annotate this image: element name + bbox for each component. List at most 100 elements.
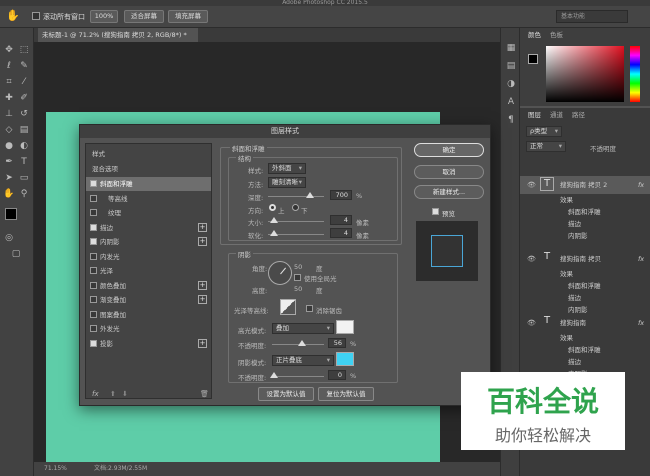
workspace-select[interactable]: 基本功能 [556, 10, 628, 23]
scroll-all-checkbox[interactable] [32, 12, 40, 20]
sh-opacity-knob[interactable] [270, 372, 278, 378]
tab-layers[interactable]: 图层 [524, 108, 545, 122]
tab-channels[interactable]: 通道 [546, 108, 567, 122]
style-checkbox[interactable] [90, 339, 97, 347]
size-input[interactable]: 4 [330, 215, 352, 225]
style-checkbox[interactable] [90, 194, 97, 202]
layer-row[interactable]: 👁 T 搜狗指南 fx [520, 314, 650, 332]
effect-row[interactable]: 描边 [520, 356, 650, 368]
hl-opacity-knob[interactable] [298, 340, 306, 346]
fit-screen-button[interactable]: 适合屏幕 [124, 10, 164, 23]
tab-color[interactable]: 颜色 [524, 28, 545, 42]
zoom-100-button[interactable]: 100% [90, 10, 118, 23]
depth-input[interactable]: 700 [330, 190, 352, 200]
style-checkbox[interactable] [90, 180, 97, 187]
set-default-button[interactable]: 设置为默认值 [258, 387, 314, 401]
zoom-level[interactable]: 71.15% [44, 462, 67, 476]
blend-options-item[interactable]: 混合选项 [86, 162, 211, 176]
gloss-contour-preview[interactable] [280, 299, 296, 315]
brush-tool-icon[interactable]: ✐ [18, 92, 30, 104]
ok-button[interactable]: 确定 [414, 143, 484, 157]
shadow-opacity-input[interactable]: 0 [328, 370, 346, 380]
style-checkbox[interactable] [90, 281, 97, 289]
hand-icon[interactable]: ✋ [3, 188, 15, 200]
style-item[interactable]: 图案叠加 [86, 308, 211, 322]
foreground-color-swatch[interactable] [5, 208, 17, 220]
add-style-icon[interactable]: + [198, 280, 207, 290]
gradient-tool-icon[interactable]: ▤ [18, 124, 30, 136]
quick-select-tool-icon[interactable]: ✎ [18, 60, 30, 72]
effect-row[interactable]: 斜面和浮雕 [520, 206, 650, 218]
effect-row[interactable]: 效果 [520, 332, 650, 344]
global-light-checkbox[interactable] [294, 274, 301, 281]
soften-slider[interactable] [268, 230, 324, 236]
depth-slider[interactable] [268, 192, 324, 198]
eye-icon[interactable]: 👁 [527, 179, 536, 191]
new-style-button[interactable]: 新建样式... [414, 185, 484, 199]
style-item[interactable]: 斜面和浮雕 [86, 177, 211, 191]
size-slider-knob[interactable] [270, 217, 278, 223]
hand-tool-icon[interactable]: ✋ [6, 9, 20, 22]
bevel-style-select[interactable]: 外斜面 [268, 163, 306, 174]
style-item[interactable]: 光泽 [86, 264, 211, 278]
stamp-tool-icon[interactable]: ⊥ [3, 108, 15, 120]
highlight-mode-select[interactable]: 叠加 [272, 323, 334, 334]
color-fg-swatch[interactable] [528, 54, 538, 64]
document-tab[interactable]: 未标题-1 @ 71.2% (搜狗指南 拷贝 2, RGB/8*) * [38, 28, 198, 42]
effect-row[interactable]: 斜面和浮雕 [520, 344, 650, 356]
heal-tool-icon[interactable]: ✚ [3, 92, 15, 104]
effect-row[interactable]: 效果 [520, 194, 650, 206]
style-item[interactable]: 描边 + [86, 221, 211, 235]
history-icon[interactable]: ▦ [505, 42, 517, 54]
effect-row[interactable]: 效果 [520, 268, 650, 280]
eye-icon[interactable]: 👁 [527, 317, 536, 329]
style-item[interactable]: 内发光 [86, 250, 211, 264]
layer-row[interactable]: 👁 T 搜狗指南 拷贝 fx [520, 250, 650, 268]
technique-select[interactable]: 雕刻清晰 [268, 177, 306, 188]
depth-slider-knob[interactable] [306, 192, 314, 198]
add-style-icon[interactable]: + [198, 295, 207, 304]
effect-row[interactable]: 描边 [520, 218, 650, 230]
effect-row[interactable]: 描边 [520, 292, 650, 304]
screen-mode-icon[interactable]: ▢ [10, 248, 22, 260]
layer-blend-select[interactable]: 正常 [526, 141, 566, 152]
shadow-opacity-slider[interactable] [270, 372, 324, 378]
marquee-tool-icon[interactable]: ⬚ [18, 44, 30, 56]
style-item[interactable]: 外发光 [86, 322, 211, 336]
direction-up-radio[interactable] [269, 204, 276, 211]
style-item[interactable]: 渐变叠加 + [86, 293, 211, 307]
trash-icon[interactable]: 🗑 [200, 390, 209, 398]
style-checkbox[interactable] [90, 310, 97, 318]
move-tool-icon[interactable]: ✥ [3, 44, 15, 56]
style-item[interactable]: 颜色叠加 + [86, 279, 211, 293]
effect-row[interactable]: 斜面和浮雕 [520, 280, 650, 292]
preview-checkbox[interactable] [432, 208, 439, 215]
history-brush-icon[interactable]: ↺ [18, 108, 30, 120]
eye-icon[interactable]: 👁 [527, 253, 536, 265]
style-item[interactable]: 投影 + [86, 337, 211, 351]
dodge-tool-icon[interactable]: ◐ [18, 140, 30, 152]
cancel-button[interactable]: 取消 [414, 165, 484, 179]
dialog-title[interactable]: 图层样式 [80, 125, 490, 138]
eyedropper-tool-icon[interactable]: ⁄ [18, 76, 30, 88]
style-checkbox[interactable] [90, 238, 97, 245]
style-item[interactable]: 等高线 [86, 192, 211, 206]
layer-row[interactable]: 👁 T 搜狗指南 拷贝 2 fx [520, 176, 650, 194]
shadow-mode-select[interactable]: 正片叠底 [272, 355, 334, 366]
style-item[interactable]: 内阴影 + [86, 235, 211, 249]
color-field[interactable] [546, 46, 624, 102]
add-style-icon[interactable]: + [198, 222, 207, 232]
type-tool-icon[interactable]: T [18, 156, 30, 168]
highlight-color-swatch[interactable] [336, 320, 354, 334]
style-item[interactable]: 纹理 [86, 206, 211, 220]
add-style-icon[interactable]: + [198, 237, 207, 246]
shadow-color-swatch[interactable] [336, 352, 354, 366]
properties-icon[interactable]: ▤ [505, 60, 517, 72]
soften-slider-knob[interactable] [270, 230, 278, 236]
antialias-checkbox[interactable] [306, 305, 313, 312]
move-up-icon[interactable]: ⬆ [110, 390, 116, 398]
move-down-icon[interactable]: ⬇ [122, 390, 128, 398]
angle-value[interactable]: 50 [294, 263, 302, 271]
style-header[interactable]: 样式 [86, 147, 211, 161]
angle-dial[interactable] [268, 261, 292, 285]
